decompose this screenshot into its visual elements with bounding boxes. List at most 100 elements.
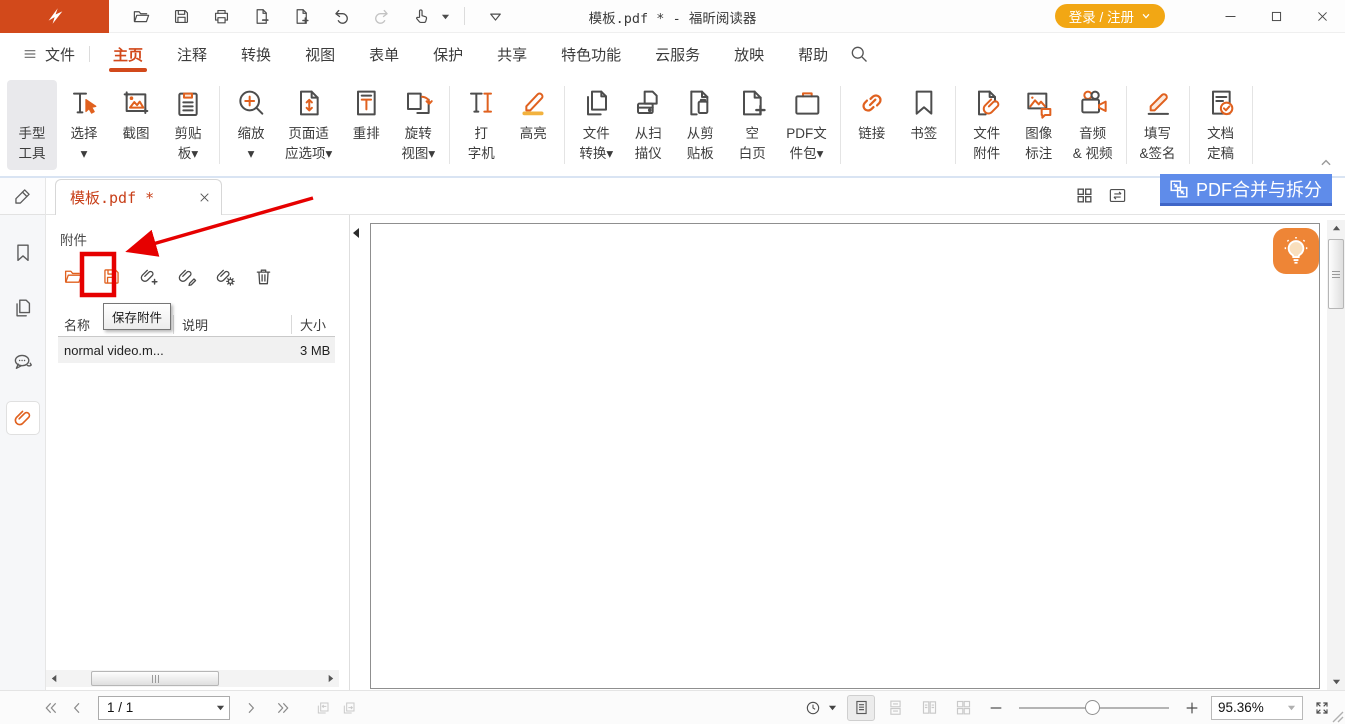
sidebar-comments-button[interactable] [6, 346, 40, 380]
zoom-slider[interactable] [1019, 707, 1169, 709]
switch-tabs-icon[interactable] [1108, 186, 1127, 205]
pdf-merge-split-button[interactable]: PDF合并与拆分 [1160, 174, 1332, 206]
doc-finalize-button[interactable]: 文档定稿 [1196, 80, 1246, 170]
document-tab[interactable]: 模板.pdf * [55, 179, 222, 215]
clipboard-button[interactable]: 剪贴板▾ [163, 80, 213, 170]
zoom-percentage-combobox[interactable]: 95.36% [1211, 696, 1303, 720]
panel-collapse-handle[interactable] [349, 224, 363, 242]
last-page-button[interactable] [270, 695, 296, 721]
extract-page-button[interactable] [245, 3, 277, 29]
attachment-settings-button[interactable] [212, 263, 238, 289]
caret-down-icon[interactable] [828, 703, 837, 712]
sidebar-bookmarks-button[interactable] [6, 236, 40, 270]
bookmark-button[interactable]: 书签 [899, 80, 949, 170]
undo-button[interactable] [325, 3, 357, 29]
zoom-in-button[interactable] [1179, 695, 1205, 721]
menu-tab-7[interactable]: 共享 [489, 33, 535, 75]
first-page-button[interactable] [38, 695, 64, 721]
insert-page-button[interactable] [285, 3, 317, 29]
facing-view-button[interactable] [915, 695, 943, 721]
select-tool-button[interactable]: 选择▾ [59, 80, 109, 170]
print-button[interactable] [205, 3, 237, 29]
zoom-slider-knob[interactable] [1085, 700, 1100, 715]
open-attachment-button[interactable] [60, 263, 86, 289]
convert-file-button[interactable]: 文件转换▾ [571, 80, 621, 170]
search-icon[interactable] [849, 44, 869, 64]
assistant-bulb-button[interactable] [1273, 228, 1319, 274]
page-number-combobox[interactable]: 1 / 1 [98, 696, 230, 720]
facing-continuous-view-button[interactable] [949, 695, 977, 721]
edit-attachment-button[interactable] [174, 263, 200, 289]
highlight-button[interactable]: 高亮 [508, 80, 558, 170]
ribbon-collapse-icon[interactable] [1319, 156, 1333, 170]
touch-mode-button[interactable] [405, 3, 437, 29]
menu-tab-4[interactable]: 视图 [297, 33, 343, 75]
column-description[interactable]: 说明 [174, 315, 292, 334]
attachment-row[interactable]: normal video.m...3 MB [58, 337, 335, 363]
add-attachment-button[interactable] [136, 263, 162, 289]
login-button[interactable]: 登录 / 注册 [1055, 4, 1165, 28]
pdf-portfolio-button[interactable]: PDF文件包▾ [779, 80, 834, 170]
hand-tool-button[interactable]: 手型工具 [7, 80, 57, 170]
scroll-up-arrow[interactable] [1327, 220, 1345, 237]
audio-video-button[interactable]: 音频& 视频 [1066, 80, 1120, 170]
snapshot-button[interactable]: 截图 [111, 80, 161, 170]
previous-view-button[interactable] [310, 695, 336, 721]
scroll-left-arrow[interactable] [46, 670, 63, 687]
minimize-button[interactable] [1207, 0, 1253, 33]
blank-page-button[interactable]: 空白页 [727, 80, 777, 170]
next-page-button[interactable] [238, 695, 264, 721]
scroll-right-arrow[interactable] [322, 670, 339, 687]
grid-view-icon[interactable] [1075, 186, 1094, 205]
close-button[interactable] [1299, 0, 1345, 33]
menu-tab-2[interactable]: 注释 [169, 33, 215, 75]
menu-file[interactable]: 文件 [14, 33, 83, 75]
image-annot-button[interactable]: 图像标注 [1014, 80, 1064, 170]
vertical-scrollbar[interactable] [1327, 220, 1345, 690]
typewriter-button[interactable]: 打字机 [456, 80, 506, 170]
menu-tab-8[interactable]: 特色功能 [553, 33, 629, 75]
horizontal-scrollbar[interactable] [46, 670, 339, 687]
menu-tab-10[interactable]: 放映 [726, 33, 772, 75]
menu-tab-11[interactable]: 帮助 [790, 33, 836, 75]
fit-page-button[interactable]: 页面适应选项▾ [278, 80, 339, 170]
continuous-view-button[interactable] [881, 695, 909, 721]
scrollbar-thumb[interactable] [1328, 239, 1344, 309]
from-clipboard-button[interactable]: 从剪贴板 [675, 80, 725, 170]
tab-close-icon[interactable] [198, 191, 211, 204]
ribbon-item-label: 手型 [19, 124, 46, 144]
menu-tab-5[interactable]: 表单 [361, 33, 407, 75]
menu-tab-3[interactable]: 转换 [233, 33, 279, 75]
menu-tab-6[interactable]: 保护 [425, 33, 471, 75]
scrollbar-thumb[interactable] [91, 671, 219, 686]
rotate-view-button[interactable]: 旋转视图▾ [393, 80, 443, 170]
next-view-button[interactable] [336, 695, 362, 721]
scroll-down-arrow[interactable] [1327, 673, 1345, 690]
sidebar-annotate-button[interactable] [8, 181, 38, 211]
reading-mode-button[interactable] [800, 695, 826, 721]
window-resize-grip[interactable] [1331, 710, 1344, 723]
zoom-out-button[interactable] [983, 695, 1009, 721]
single-page-view-button[interactable] [847, 695, 875, 721]
redo-button[interactable] [365, 3, 397, 29]
app-logo[interactable] [0, 0, 109, 33]
open-file-button[interactable] [125, 3, 157, 29]
pdf-page[interactable] [370, 223, 1320, 689]
delete-attachment-button[interactable] [250, 263, 276, 289]
reflow-button[interactable]: 重排 [341, 80, 391, 170]
fill-sign-button[interactable]: 填写&签名 [1133, 80, 1183, 170]
ribbon-mode-button[interactable] [479, 3, 511, 29]
save-file-button[interactable] [165, 3, 197, 29]
file-attach-button[interactable]: 文件附件 [962, 80, 1012, 170]
save-attachment-button[interactable] [98, 263, 124, 289]
sidebar-attachments-button[interactable] [6, 401, 40, 435]
from-scanner-button[interactable]: 从扫描仪 [623, 80, 673, 170]
sidebar-pages-button[interactable] [6, 291, 40, 325]
previous-page-button[interactable] [64, 695, 90, 721]
zoom-tool-button[interactable]: 缩放▾ [226, 80, 276, 170]
menu-tab-1[interactable]: 主页 [105, 33, 151, 75]
column-size[interactable]: 大小 [292, 315, 335, 334]
menu-tab-9[interactable]: 云服务 [647, 33, 708, 75]
link-button[interactable]: 链接 [847, 80, 897, 170]
maximize-button[interactable] [1253, 0, 1299, 33]
